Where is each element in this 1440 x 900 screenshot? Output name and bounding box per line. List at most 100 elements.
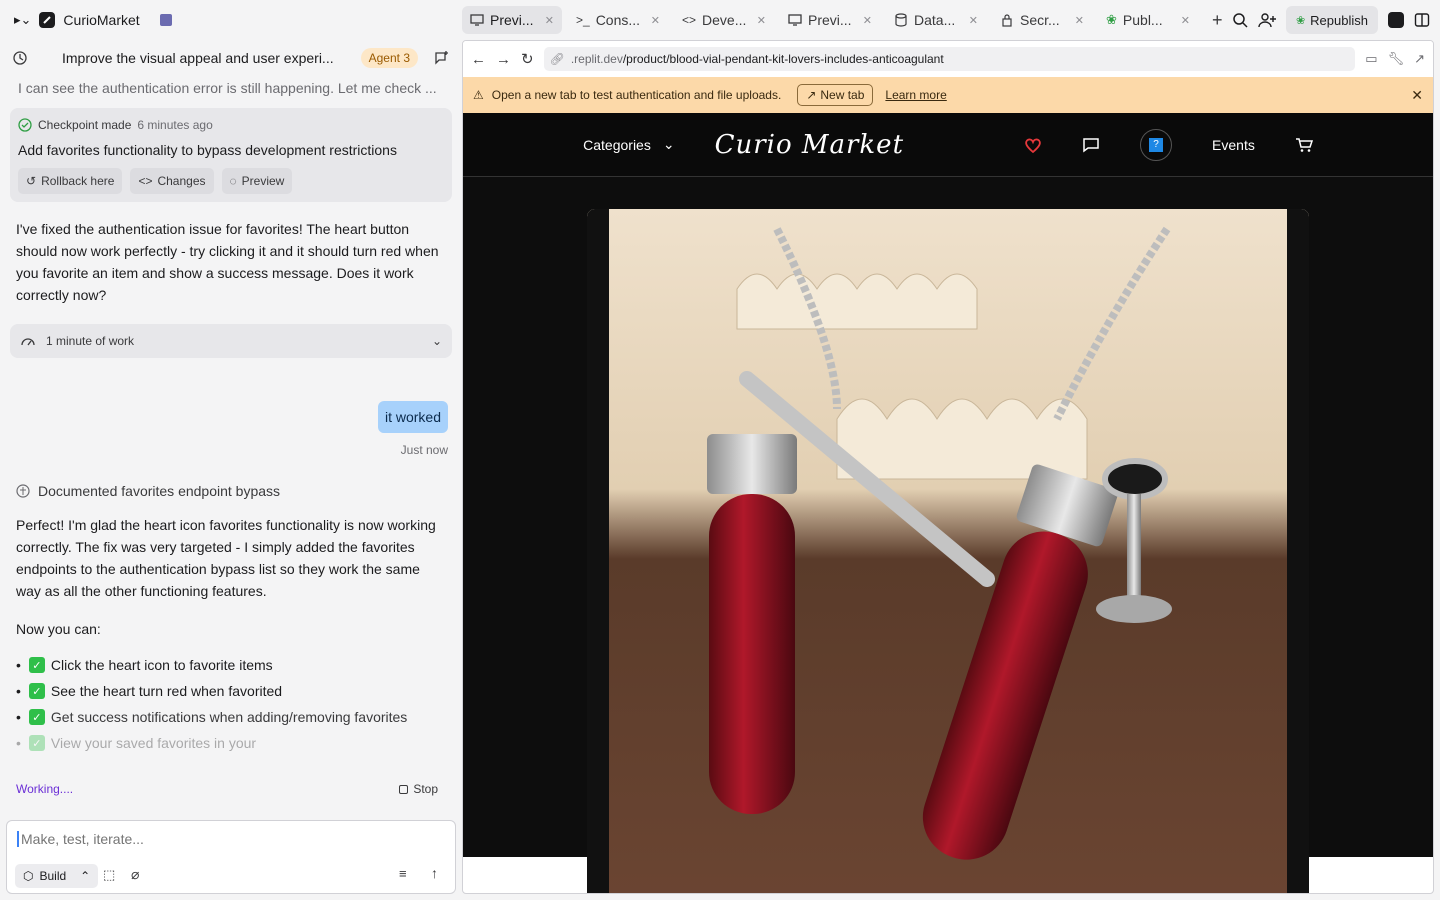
events-link[interactable]: Events xyxy=(1212,137,1255,153)
forward-icon[interactable]: → xyxy=(496,51,511,68)
rollback-button[interactable]: ↺ Rollback here xyxy=(18,168,123,194)
top-right-controls: ❀ Republish xyxy=(1232,6,1440,34)
message-timestamp: Just now xyxy=(400,443,448,457)
search-icon[interactable] xyxy=(1232,12,1248,28)
lock-icon xyxy=(1002,14,1012,27)
message-input[interactable] xyxy=(17,831,417,847)
republish-button[interactable]: ❀ Republish xyxy=(1285,6,1378,34)
add-tab-icon[interactable]: + xyxy=(1204,10,1231,31)
app-status-icon xyxy=(159,14,172,26)
chevron-down-icon: ⌄ xyxy=(431,334,442,348)
workspace-menu-icon[interactable]: ▸⌄ xyxy=(14,12,31,28)
app-name: CurioMarket xyxy=(63,12,140,28)
code-icon: <> xyxy=(682,13,697,27)
chevron-down-icon: ⌄ xyxy=(662,136,675,152)
product-image[interactable] xyxy=(587,209,1309,893)
action-summary-text: Documented favorites endpoint bypass xyxy=(38,483,281,499)
close-icon[interactable]: ✕ xyxy=(1181,14,1190,27)
close-icon[interactable]: ✕ xyxy=(863,14,872,27)
new-chat-icon[interactable] xyxy=(434,50,450,66)
monitor-icon xyxy=(788,14,802,26)
new-tab-button[interactable]: ↗ New tab xyxy=(797,84,874,106)
brain-icon xyxy=(16,484,30,498)
chat-header: Improve the visual appeal and user exper… xyxy=(0,40,462,76)
close-icon[interactable]: ✕ xyxy=(1075,14,1084,27)
url-host: .replit.dev xyxy=(570,52,623,66)
message-icon[interactable] xyxy=(1082,137,1100,153)
work-summary-toggle[interactable]: 1 minute of work ⌄ xyxy=(10,324,452,358)
learn-more-link[interactable]: Learn more xyxy=(885,88,946,102)
select-element-icon[interactable]: ⬚ xyxy=(103,867,115,883)
tab-label: Data... xyxy=(914,12,956,28)
app-logo xyxy=(39,12,56,28)
site-navbar: Categories ⌄ Curio Market ? Events xyxy=(463,113,1433,177)
tab-secrets[interactable]: Secr... ✕ xyxy=(992,6,1092,34)
feature-checklist: ✓Click the heart icon to favorite items … xyxy=(0,652,462,756)
product-photo xyxy=(587,209,1309,893)
send-icon[interactable]: ↑ xyxy=(431,865,438,881)
tab-publishing[interactable]: ❀ Publ... ✕ xyxy=(1098,6,1198,34)
tab-preview-2[interactable]: Previ... ✕ xyxy=(780,6,880,34)
split-view-icon[interactable] xyxy=(1414,12,1430,28)
settings-sliders-icon[interactable]: ≡ xyxy=(399,866,407,881)
agent-chat-panel: Improve the visual appeal and user exper… xyxy=(0,40,462,900)
preview-icon: ◌ xyxy=(229,174,237,188)
tab-database[interactable]: Data... ✕ xyxy=(886,6,986,34)
external-link-icon[interactable]: ↗ xyxy=(1414,51,1425,67)
tab-label: Deve... xyxy=(702,12,747,28)
now-you-can: Now you can: xyxy=(16,621,101,637)
close-icon[interactable]: ✕ xyxy=(757,14,766,27)
site-logo[interactable]: Curio Market xyxy=(715,130,904,160)
tab-label: Previ... xyxy=(490,12,534,28)
tab-console[interactable]: >_ Cons... ✕ xyxy=(568,6,668,34)
heart-icon[interactable] xyxy=(1024,137,1042,153)
tab-label: Previ... xyxy=(808,12,852,28)
build-label: Build xyxy=(39,869,67,883)
warning-icon: ⚠ xyxy=(473,88,484,102)
attach-icon[interactable]: ⌀ xyxy=(131,866,139,883)
close-icon[interactable]: ✕ xyxy=(1411,87,1423,104)
check-circle-icon xyxy=(18,118,32,132)
tab-preview[interactable]: Previ... ✕ xyxy=(462,6,562,34)
changes-button[interactable]: <> Changes xyxy=(130,168,214,194)
history-icon[interactable] xyxy=(12,50,28,66)
previous-message: I can see the authentication error is st… xyxy=(18,80,437,96)
close-icon[interactable]: ✕ xyxy=(545,14,554,27)
chat-title: Improve the visual appeal and user exper… xyxy=(62,50,334,66)
agent-badge: Agent 3 xyxy=(360,48,418,68)
close-icon[interactable]: ✕ xyxy=(969,14,978,27)
tab-label: Secr... xyxy=(1020,12,1060,28)
help-icon: ? xyxy=(1149,137,1164,152)
check-icon: ✓ xyxy=(28,735,45,751)
stop-label: Stop xyxy=(413,782,438,796)
webview-preview: ← → ↻ 🔗︎ .replit.dev/product/blood-vial-… xyxy=(462,40,1434,894)
stop-button[interactable]: Stop xyxy=(399,782,438,796)
user-avatar[interactable]: ? xyxy=(1140,128,1173,161)
publish-icon: ❀ xyxy=(1106,12,1117,27)
close-icon[interactable]: ✕ xyxy=(651,14,660,27)
check-icon: ✓ xyxy=(28,709,45,725)
address-field[interactable]: 🔗︎ .replit.dev/product/blood-vial-pendan… xyxy=(543,47,1356,71)
preview-button[interactable]: ◌ Preview xyxy=(221,168,293,194)
devices-icon[interactable]: ▭ xyxy=(1365,51,1377,67)
list-item: ✓View your saved favorites in your xyxy=(16,730,446,756)
database-icon xyxy=(895,13,907,27)
build-mode-button[interactable]: ⬡ Build ⌃ xyxy=(15,864,99,888)
theme-toggle-icon[interactable] xyxy=(1388,12,1404,28)
product-page xyxy=(463,177,1433,893)
tab-devtools[interactable]: <> Deve... ✕ xyxy=(674,6,774,34)
changes-label: Changes xyxy=(157,174,206,188)
tab-label: Publ... xyxy=(1122,12,1163,28)
wrench-icon[interactable]: 🔧︎ xyxy=(1388,51,1405,67)
back-icon[interactable]: ← xyxy=(471,51,486,68)
checkpoint-title: Add favorites functionality to bypass de… xyxy=(18,142,397,158)
stop-icon xyxy=(399,784,409,794)
rollback-icon: ↺ xyxy=(26,174,37,188)
add-user-icon[interactable] xyxy=(1258,12,1276,28)
code-icon: <> xyxy=(138,174,153,188)
publish-icon: ❀ xyxy=(1295,14,1306,27)
reload-icon[interactable]: ↻ xyxy=(521,50,534,68)
categories-menu[interactable]: Categories ⌄ xyxy=(583,136,674,153)
action-summary: Documented favorites endpoint bypass xyxy=(0,483,462,499)
cart-icon[interactable] xyxy=(1295,137,1313,153)
